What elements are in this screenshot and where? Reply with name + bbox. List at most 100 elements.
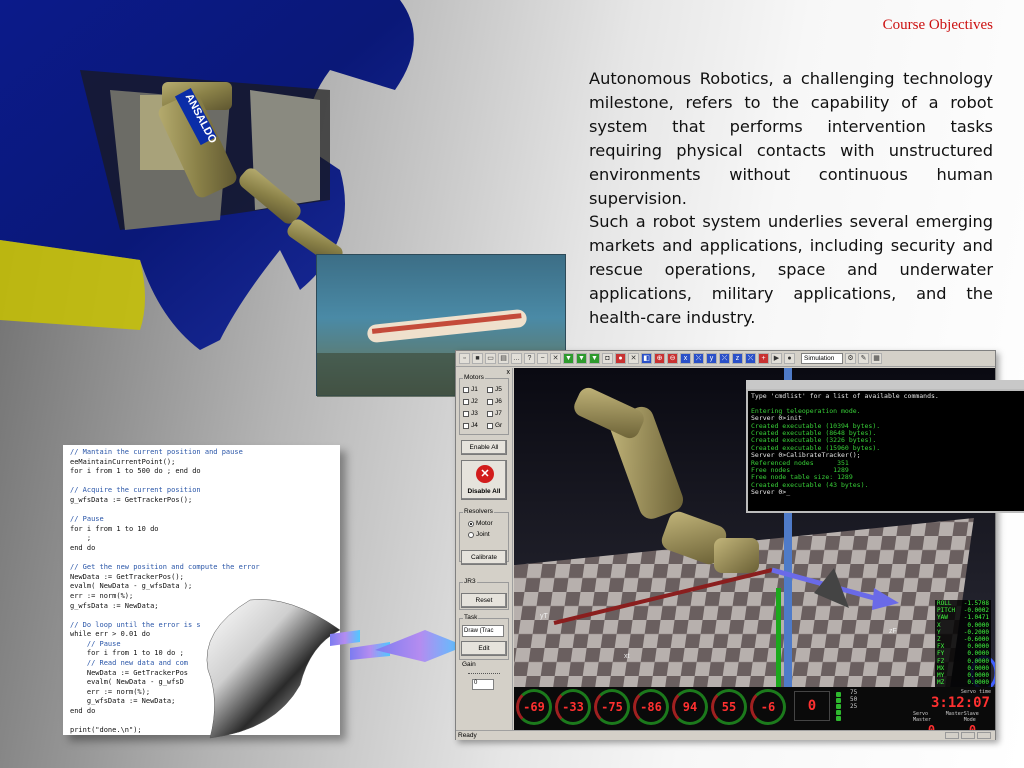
- motors-group: Motors J1 J2 J3 J4 J5 J6 J7 Gr: [459, 374, 509, 435]
- readout-value: -0.2000: [963, 628, 989, 636]
- crosshair-icon[interactable]: +: [758, 353, 769, 364]
- joint-gauge-3: -75: [594, 689, 630, 725]
- console-line: Type 'cmdlist' for a list of available c…: [751, 392, 939, 400]
- enable-all-button[interactable]: Enable All: [461, 440, 507, 455]
- axis-z-icon[interactable]: z: [732, 353, 743, 364]
- joint-checkbox-j5[interactable]: J5: [487, 386, 502, 393]
- status-cell-3: [977, 732, 991, 739]
- master-label: Master: [945, 711, 964, 717]
- readout-row: FZ 0.0000: [935, 658, 991, 665]
- readout-label: YAW: [937, 614, 948, 622]
- joint-gauges-strip: -69 -33 -75 -86 94 55 -6 0 75 50 25 Serv…: [514, 687, 995, 737]
- edit-label: Edit: [478, 645, 490, 652]
- gain-slider[interactable]: [468, 666, 500, 674]
- console-titlebar[interactable]: [746, 380, 1024, 389]
- joint-gauge-7: -6: [750, 689, 786, 725]
- arrow-down-3-icon[interactable]: ▼: [589, 353, 600, 364]
- gain-input[interactable]: 0: [472, 679, 494, 690]
- console-output: Type 'cmdlist' for a list of available c…: [751, 392, 1024, 497]
- camera-icon[interactable]: ◘: [602, 353, 613, 364]
- readout-label: FZ: [937, 657, 945, 665]
- reset-button[interactable]: Reset: [461, 593, 507, 608]
- code-line: for i from 1 to 500 do ; end do: [70, 467, 201, 476]
- grid-icon[interactable]: ▦: [871, 353, 882, 364]
- status-leds: [836, 691, 846, 723]
- readout-row: ROLL -1.5708: [935, 600, 991, 607]
- readout-label: X: [937, 621, 941, 629]
- y-axis-label: yT: [540, 613, 549, 620]
- status-cell-1: [945, 732, 959, 739]
- arrow-down-icon[interactable]: ▼: [563, 353, 574, 364]
- axis-rx-icon[interactable]: ⤫: [693, 353, 704, 364]
- paragraph-autonomous-robotics: Autonomous Robotics, a challenging techn…: [589, 69, 993, 208]
- readout-row: Z -0.6000: [935, 636, 991, 643]
- simulation-select[interactable]: Simulation: [801, 353, 843, 364]
- view-icon[interactable]: ◧: [641, 353, 652, 364]
- play-icon[interactable]: ▶: [771, 353, 782, 364]
- readout-row: FY 0.0000: [935, 650, 991, 657]
- zoom-out-icon[interactable]: ⊖: [667, 353, 678, 364]
- joint-radio[interactable]: Joint: [468, 531, 490, 538]
- axis-rz-icon[interactable]: ⤫: [745, 353, 756, 364]
- arrow-down-2-icon[interactable]: ▼: [576, 353, 587, 364]
- axis-y-icon[interactable]: y: [706, 353, 717, 364]
- readout-label: MZ: [937, 679, 945, 687]
- readout-row: Y -0.2000: [935, 629, 991, 636]
- readout-value: 0.0000: [967, 657, 989, 665]
- code-line: NewData := GetTrackerPos();: [70, 572, 184, 581]
- joint-gauge-4: -86: [633, 689, 669, 725]
- joint-checkbox-j6[interactable]: J6: [487, 398, 502, 405]
- code-line: // Acquire the current position: [70, 486, 201, 495]
- close-icon[interactable]: x: [507, 369, 511, 376]
- joint-checkbox-j3[interactable]: J3: [463, 410, 478, 417]
- robot-control-app-window: ▫ ■ ▭ ▤ … ? − ✕ ▼ ▼ ▼ ◘ ● ✕ ◧ ⊕ ⊖ x ⤫ y …: [455, 350, 1024, 740]
- joint-checkbox-j1[interactable]: J1: [463, 386, 478, 393]
- motor-radio[interactable]: Motor: [468, 520, 493, 527]
- joint-checkbox-j7[interactable]: J7: [487, 410, 502, 417]
- body-text: Autonomous Robotics, a challenging techn…: [589, 67, 993, 330]
- pen-icon[interactable]: ✎: [858, 353, 869, 364]
- axis-ry-icon[interactable]: ⤫: [719, 353, 730, 364]
- code-line: ;: [70, 534, 92, 543]
- new-file-icon[interactable]: ▫: [459, 353, 470, 364]
- tools-icon[interactable]: ✕: [628, 353, 639, 364]
- gripper-checkbox[interactable]: Gr: [487, 422, 502, 429]
- disable-all-button[interactable]: ✕ Disable All: [461, 460, 507, 500]
- cross-icon[interactable]: ✕: [550, 353, 561, 364]
- joint-checkbox-j4[interactable]: J4: [463, 422, 478, 429]
- save-icon[interactable]: ■: [472, 353, 483, 364]
- edit-button[interactable]: Edit: [461, 641, 507, 656]
- readout-value: 0.0000: [967, 679, 989, 687]
- record-icon[interactable]: ●: [784, 353, 795, 364]
- readout-label: MX: [937, 664, 945, 672]
- command-console[interactable]: Type 'cmdlist' for a list of available c…: [746, 389, 1024, 513]
- code-line: // Pause: [70, 515, 104, 524]
- axis-x-icon[interactable]: x: [680, 353, 691, 364]
- open-folder-icon[interactable]: ▭: [485, 353, 496, 364]
- more-icon[interactable]: …: [511, 353, 522, 364]
- force-bars: 75 50 25: [850, 689, 910, 727]
- help-icon[interactable]: ?: [524, 353, 535, 364]
- disable-x-icon: ✕: [476, 465, 494, 483]
- servo-time: 3:12:07: [930, 695, 990, 711]
- calibrate-button[interactable]: Calibrate: [461, 550, 507, 565]
- force-label-25: 25: [850, 703, 858, 710]
- calibrate-label: Calibrate: [470, 554, 497, 561]
- paragraph-applications: Such a robot system underlies several em…: [589, 212, 993, 328]
- console-line: Created executable (43 bytes).: [751, 480, 869, 489]
- readout-value: -1.5708: [963, 600, 989, 607]
- console-icon[interactable]: ▤: [498, 353, 509, 364]
- zoom-in-icon[interactable]: ⊕: [654, 353, 665, 364]
- page-curl-graphic: [206, 599, 341, 739]
- stop-icon[interactable]: ●: [615, 353, 626, 364]
- reset-label: Reset: [475, 597, 493, 604]
- robot-icon[interactable]: ⚙: [845, 353, 856, 364]
- control-panel: x Motors J1 J2 J3 J4 J5 J6 J7 Gr Enable …: [456, 368, 513, 730]
- minus-icon[interactable]: −: [537, 353, 548, 364]
- joint-checkbox-j2[interactable]: J2: [463, 398, 478, 405]
- readout-label: PITCH: [937, 607, 956, 615]
- task-select[interactable]: Draw (Trac: [462, 625, 504, 637]
